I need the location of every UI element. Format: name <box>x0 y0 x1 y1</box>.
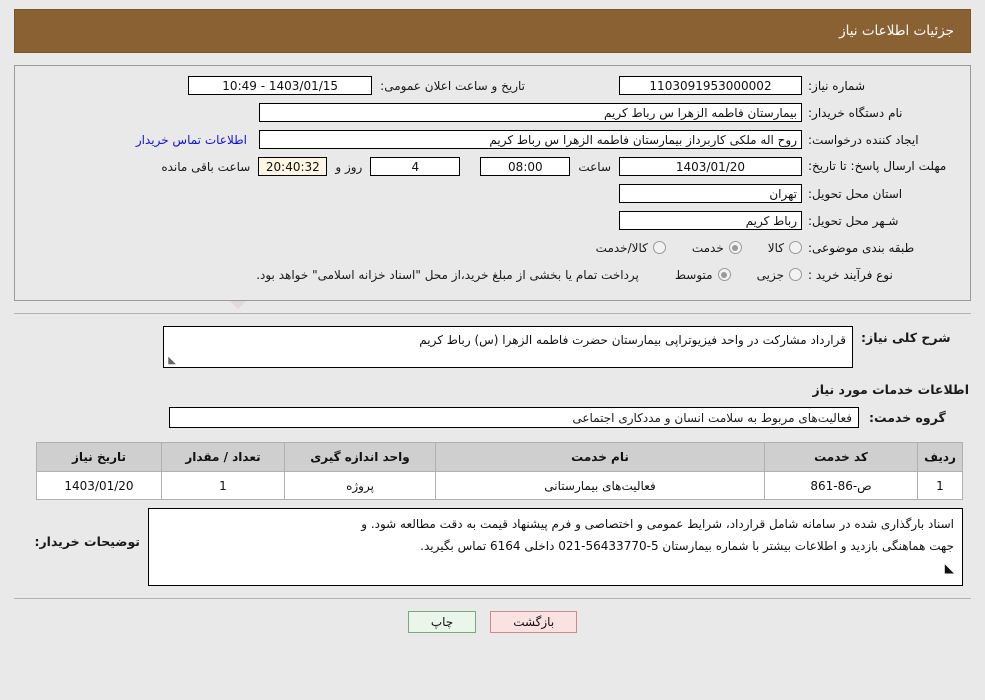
process-note: پرداخت تمام یا بخشی از مبلغ خرید،از محل … <box>256 267 639 282</box>
footer-divider <box>14 598 971 599</box>
col-service-code: کد خدمت <box>764 442 918 472</box>
row-requester: ایجاد کننده درخواست: روح اله ملکی کاربرد… <box>25 128 960 151</box>
announce-datetime-label: تاریخ و ساعت اعلان عمومی: <box>380 78 525 93</box>
need-number-value: 1103091953000002 <box>619 76 802 95</box>
city-value: رباط کریم <box>619 211 802 230</box>
cell-service-name: فعالیت‌های بیمارستانی <box>435 471 765 500</box>
remaining-label: ساعت باقی مانده <box>161 159 251 174</box>
cell-index: 1 <box>917 471 963 500</box>
remaining-days-value: 4 <box>370 157 461 176</box>
buyer-org-label: نام دستگاه خریدار: <box>808 105 903 120</box>
deadline-label: مهلت ارسال پاسخ: تا تاریخ: <box>808 159 947 173</box>
need-number-label: شماره نیاز: <box>808 78 865 93</box>
col-index: ردیف <box>917 442 963 472</box>
radio-jozei-icon[interactable] <box>789 268 802 281</box>
cell-need-date: 1403/01/20 <box>36 471 162 500</box>
col-quantity: تعداد / مقدار <box>161 442 285 472</box>
row-need-summary: شرح کلی نیاز: قرارداد مشارکت در واحد فیز… <box>14 326 971 368</box>
row-service-group: گروه خدمت: فعالیت‌های مربوط به سلامت انس… <box>14 407 971 428</box>
row-purchase-process: نوع فرآیند خرید : جزیی متوسط پرداخت تمام… <box>25 263 960 286</box>
process-option-jozei-label: جزیی <box>756 267 784 282</box>
category-option-kala-khedmat-label: کالا/خدمت <box>595 240 648 255</box>
cell-unit: پروژه <box>284 471 436 500</box>
need-info-panel: شماره نیاز: 1103091953000002 تاریخ و ساع… <box>14 65 971 301</box>
row-province: استان محل تحویل: تهران <box>25 182 960 205</box>
notes-resize-grip-icon[interactable]: ◣ <box>945 561 954 575</box>
row-category: طبقه بندی موضوعی: کالا خدمت کالا/خدمت <box>25 236 960 259</box>
print-button[interactable]: چاپ <box>407 611 477 633</box>
category-option-kala-khedmat[interactable]: کالا/خدمت <box>596 241 666 255</box>
process-label: نوع فرآیند خرید : <box>808 267 893 282</box>
row-city: شـهر محل تحویل: رباط کریم <box>25 209 960 232</box>
cell-service-code: ص-86-861 <box>764 471 918 500</box>
col-unit: واحد اندازه گیری <box>284 442 436 472</box>
deadline-time-value: 08:00 <box>480 157 571 176</box>
process-option-motavaset-label: متوسط <box>674 267 713 282</box>
back-button[interactable]: بازگشت <box>490 611 578 633</box>
details-section: شرح کلی نیاز: قرارداد مشارکت در واحد فیز… <box>0 326 985 586</box>
province-label: استان محل تحویل: <box>808 186 903 201</box>
category-label: طبقه بندی موضوعی: <box>808 240 915 255</box>
service-group-value: فعالیت‌های مربوط به سلامت انسان و مددکار… <box>169 407 859 428</box>
services-section-heading: اطلاعات خدمات مورد نیاز <box>812 382 970 397</box>
col-service-name: نام خدمت <box>435 442 765 472</box>
need-summary-label: شرح کلی نیاز: <box>861 330 951 345</box>
service-group-label: گروه خدمت: <box>869 410 946 425</box>
need-summary-text: قرارداد مشارکت در واحد فیزیوتراپی بیمارس… <box>419 333 846 347</box>
process-radio-group: جزیی متوسط <box>649 268 802 282</box>
table-row[interactable]: 1 ص-86-861 فعالیت‌های بیمارستانی پروژه 1… <box>36 471 963 500</box>
row-need-number: شماره نیاز: 1103091953000002 تاریخ و ساع… <box>25 74 960 97</box>
radio-kala-icon[interactable] <box>789 241 802 254</box>
category-option-khedmat[interactable]: خدمت <box>692 241 742 255</box>
page-root: جزئیات اطلاعات نیاز شماره نیاز: 11030919… <box>0 9 985 633</box>
category-radio-group: کالا خدمت کالا/خدمت <box>570 241 802 255</box>
buyer-notes-textarea[interactable]: اسناد بارگذاری شده در سامانه شامل قراردا… <box>148 508 963 586</box>
panel-divider <box>14 313 971 314</box>
province-value: تهران <box>619 184 802 203</box>
buyer-notes-label: توضیحات خریدار: <box>34 534 140 549</box>
radio-motavaset-icon[interactable] <box>717 268 731 281</box>
category-option-khedmat-label: خدمت <box>691 240 724 255</box>
buyer-org-value: بیمارستان فاطمه الزهرا س رباط کریم <box>259 103 802 122</box>
city-label: شـهر محل تحویل: <box>808 213 899 228</box>
process-option-motavaset[interactable]: متوسط <box>675 268 731 282</box>
announce-datetime-value: 1403/01/15 - 10:49 <box>188 76 373 95</box>
services-table-wrapper: ردیف کد خدمت نام خدمت واحد اندازه گیری ت… <box>36 442 963 500</box>
buyer-notes-line-2: جهت هماهنگی بازدید و اطلاعات بیشتر با شم… <box>420 539 954 553</box>
hour-label: ساعت <box>578 159 611 174</box>
buyer-contact-link[interactable]: اطلاعات تماس خریدار <box>136 133 247 147</box>
days-label: روز و <box>335 159 363 174</box>
page-header-bar: جزئیات اطلاعات نیاز <box>14 9 971 53</box>
col-need-date: تاریخ نیاز <box>36 442 162 472</box>
category-option-kala-label: کالا <box>767 240 784 255</box>
footer-actions: بازگشت چاپ <box>0 611 985 633</box>
requester-label: ایجاد کننده درخواست: <box>808 132 919 147</box>
requester-value: روح اله ملکی کاربرداز بیمارستان فاطمه ال… <box>259 130 802 149</box>
services-table: ردیف کد خدمت نام خدمت واحد اندازه گیری ت… <box>36 442 963 500</box>
page-title: جزئیات اطلاعات نیاز <box>839 23 954 39</box>
row-buyer-notes: اسناد بارگذاری شده در سامانه شامل قراردا… <box>34 508 963 586</box>
table-header-row: ردیف کد خدمت نام خدمت واحد اندازه گیری ت… <box>36 442 963 472</box>
category-option-kala[interactable]: کالا <box>768 241 802 255</box>
buyer-notes-line-1: اسناد بارگذاری شده در سامانه شامل قراردا… <box>361 517 954 531</box>
remaining-time-value: 20:40:32 <box>258 157 328 176</box>
resize-grip-icon[interactable]: ◣ <box>166 356 176 366</box>
row-buyer-org: نام دستگاه خریدار: بیمارستان فاطمه الزهر… <box>25 101 960 124</box>
deadline-date-value: 1403/01/20 <box>619 157 802 176</box>
radio-khedmat-icon[interactable] <box>728 241 742 254</box>
row-deadline: مهلت ارسال پاسخ: تا تاریخ: 1403/01/20 سا… <box>25 155 960 178</box>
need-summary-textarea[interactable]: قرارداد مشارکت در واحد فیزیوتراپی بیمارس… <box>163 326 853 368</box>
radio-kala-khedmat-icon[interactable] <box>652 241 666 254</box>
process-option-jozei[interactable]: جزیی <box>757 268 802 282</box>
cell-quantity: 1 <box>161 471 285 500</box>
